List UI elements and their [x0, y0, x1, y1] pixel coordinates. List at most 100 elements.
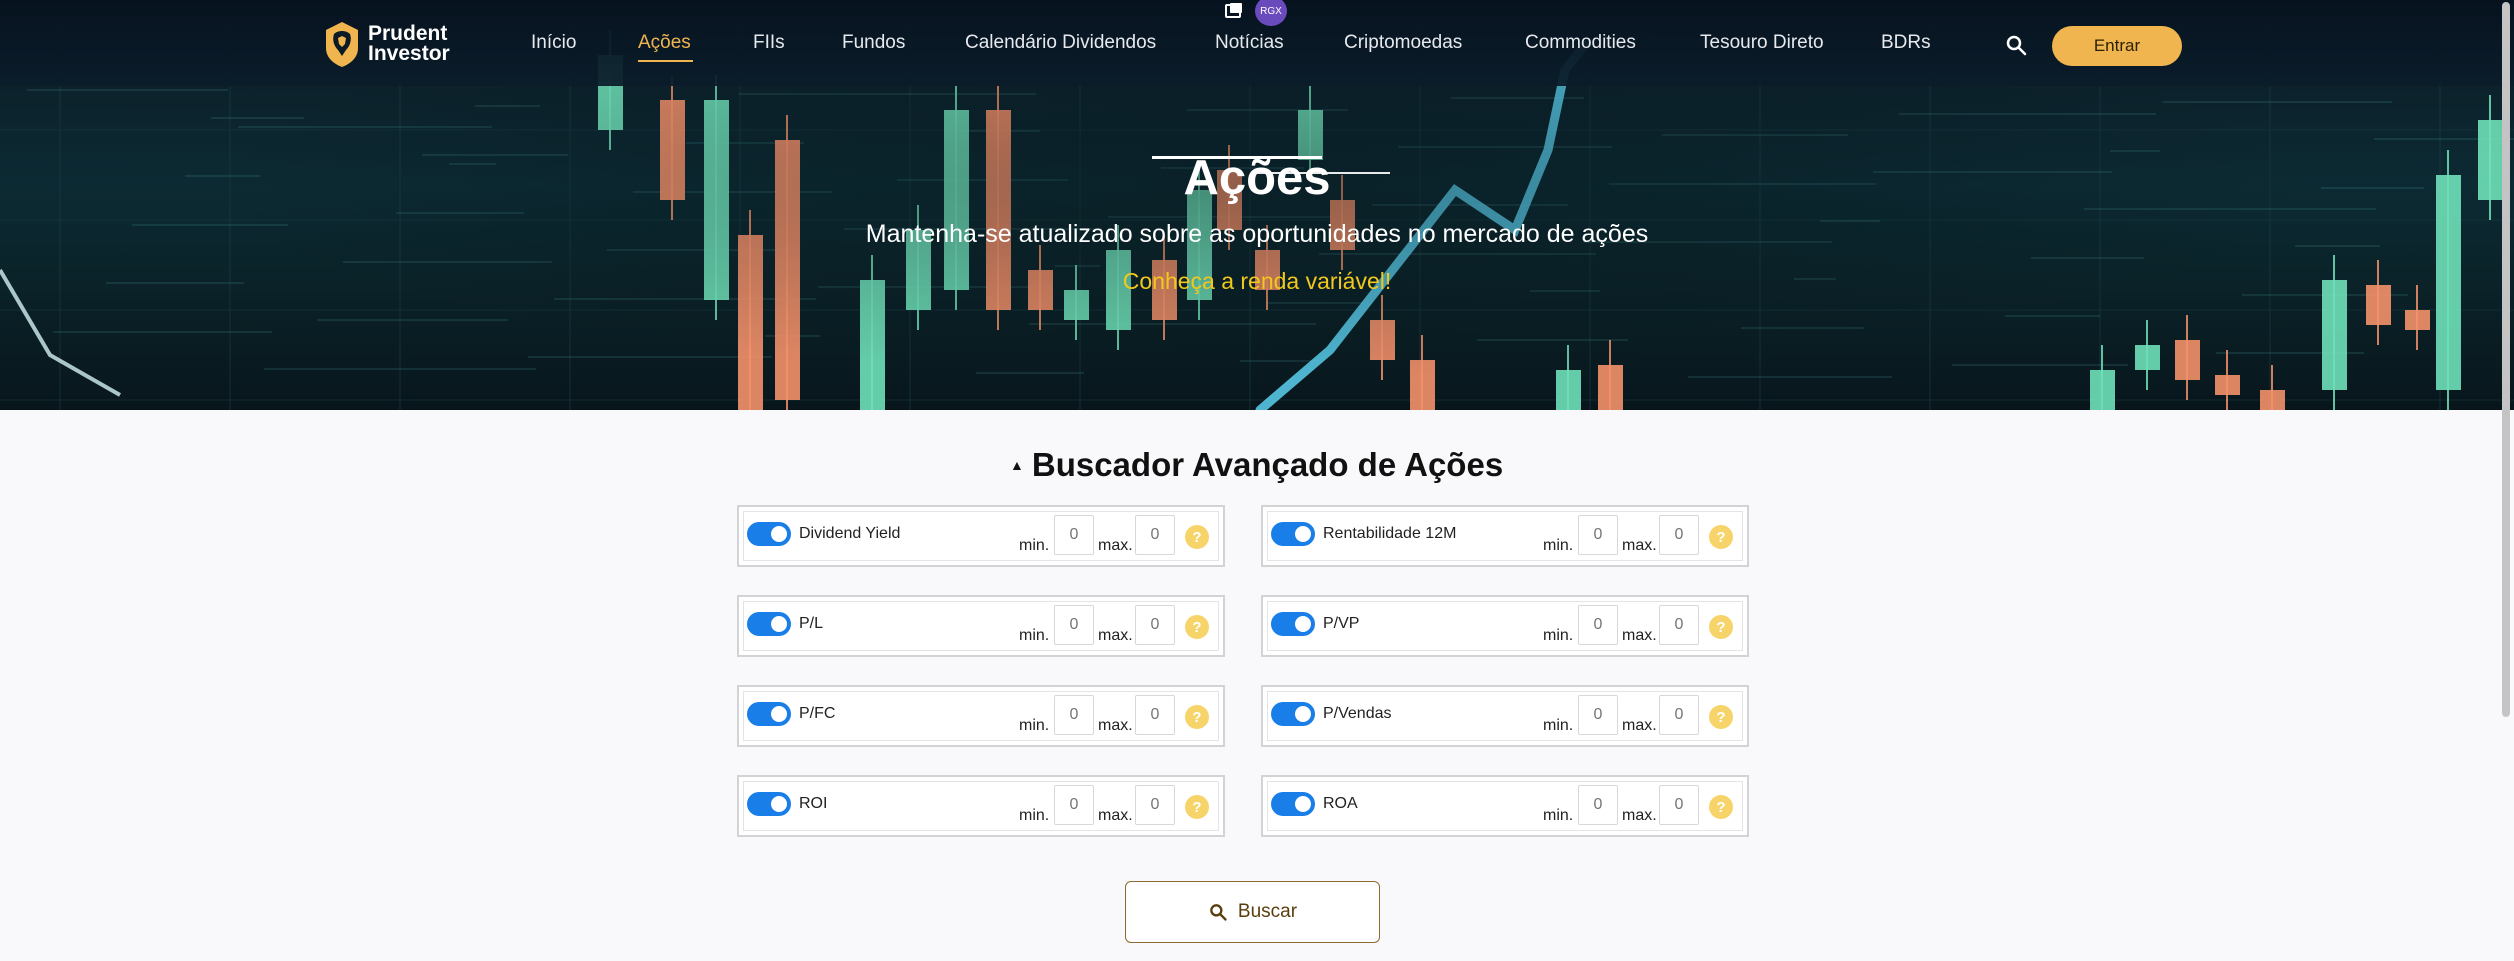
filter-toggle[interactable]: [1271, 522, 1315, 546]
extension-badge[interactable]: RGX: [1255, 0, 1287, 26]
max-input[interactable]: [1135, 695, 1175, 735]
toggle-knob: [1295, 616, 1311, 632]
max-label: max.: [1622, 537, 1657, 554]
filter-label: Dividend Yield: [799, 525, 901, 542]
renda-variavel-link[interactable]: Conheça a renda variável!: [0, 268, 2514, 295]
min-label: min.: [1019, 717, 1050, 734]
min-label: min.: [1543, 627, 1574, 644]
page-title: Ações: [1183, 151, 1331, 205]
filter-label: P/Vendas: [1323, 705, 1392, 722]
max-label: max.: [1622, 807, 1657, 824]
min-input[interactable]: [1578, 515, 1618, 555]
nav-bdrs[interactable]: BDRs: [1881, 32, 1931, 54]
min-input[interactable]: [1054, 515, 1094, 555]
toggle-knob: [771, 526, 787, 542]
min-label: min.: [1543, 537, 1574, 554]
filter-card: P/L min. max.?: [737, 595, 1225, 657]
max-label: max.: [1098, 627, 1133, 644]
filter-toggle[interactable]: [747, 792, 791, 816]
filter-card: ROI min. max.?: [737, 775, 1225, 837]
max-label: max.: [1098, 717, 1133, 734]
help-icon[interactable]: ?: [1185, 795, 1209, 819]
min-input[interactable]: [1054, 605, 1094, 645]
toggle-knob: [1295, 706, 1311, 722]
max-input[interactable]: [1659, 605, 1699, 645]
nav-commodities[interactable]: Commodities: [1525, 32, 1636, 54]
filter-card: Rentabilidade 12M min. max.?: [1261, 505, 1749, 567]
search-submit-label: Buscar: [1237, 901, 1298, 922]
logo-text-line2: Investor: [368, 42, 450, 65]
nav-fundos[interactable]: Fundos: [842, 32, 905, 54]
filter-card: P/FC min. max.?: [737, 685, 1225, 747]
min-input[interactable]: [1578, 695, 1618, 735]
search-icon: [1210, 904, 1227, 921]
filter-toggle[interactable]: [747, 522, 791, 546]
toggle-knob: [771, 796, 787, 812]
help-icon[interactable]: ?: [1185, 705, 1209, 729]
max-input[interactable]: [1135, 605, 1175, 645]
nav-tesouro-direto[interactable]: Tesouro Direto: [1700, 32, 1824, 54]
min-label: min.: [1543, 717, 1574, 734]
top-navbar: Prudent Investor Início Ações FIIs Fundo…: [0, 0, 2514, 86]
help-icon[interactable]: ?: [1709, 705, 1733, 729]
max-input[interactable]: [1659, 695, 1699, 735]
filter-label: ROA: [1323, 795, 1358, 812]
filter-card: P/Vendas min. max.?: [1261, 685, 1749, 747]
min-input[interactable]: [1578, 785, 1618, 825]
filter-card: P/VP min. max.?: [1261, 595, 1749, 657]
max-label: max.: [1622, 717, 1657, 734]
filter-toggle[interactable]: [747, 702, 791, 726]
toggle-knob: [1295, 796, 1311, 812]
search-section-title[interactable]: ▲ Buscador Avançado de Ações: [1010, 446, 1503, 484]
max-input[interactable]: [1135, 785, 1175, 825]
max-label: max.: [1098, 537, 1133, 554]
nav-criptomoedas[interactable]: Criptomoedas: [1344, 32, 1462, 54]
filter-toggle[interactable]: [1271, 792, 1315, 816]
help-icon[interactable]: ?: [1709, 525, 1733, 549]
login-button[interactable]: Entrar: [2052, 26, 2182, 66]
min-label: min.: [1019, 537, 1050, 554]
filter-card: ROA min. max.?: [1261, 775, 1749, 837]
min-label: min.: [1019, 627, 1050, 644]
filter-label: ROI: [799, 795, 828, 812]
nav-fiis[interactable]: FIIs: [753, 32, 785, 54]
help-icon[interactable]: ?: [1709, 615, 1733, 639]
nav-noticias[interactable]: Notícias: [1215, 32, 1284, 54]
nav-active-underline: [638, 60, 693, 62]
help-icon[interactable]: ?: [1185, 525, 1209, 549]
max-label: max.: [1622, 627, 1657, 644]
nav-inicio[interactable]: Início: [531, 32, 576, 54]
search-section-title-text: Buscador Avançado de Ações: [1031, 446, 1504, 483]
filter-toggle[interactable]: [747, 612, 791, 636]
lion-logo-icon: [326, 22, 358, 67]
logo-text-line1: Prudent: [368, 22, 448, 45]
toggle-knob: [771, 616, 787, 632]
min-input[interactable]: [1578, 605, 1618, 645]
screenshot-icon[interactable]: [1224, 2, 1244, 20]
filter-toggle[interactable]: [1271, 612, 1315, 636]
min-input[interactable]: [1054, 785, 1094, 825]
filter-toggle[interactable]: [1271, 702, 1315, 726]
toggle-knob: [771, 706, 787, 722]
collapse-caret-icon[interactable]: ▲: [1010, 457, 1024, 473]
max-label: max.: [1098, 807, 1133, 824]
max-input[interactable]: [1659, 785, 1699, 825]
min-input[interactable]: [1054, 695, 1094, 735]
toggle-knob: [1295, 526, 1311, 542]
scrollbar-thumb[interactable]: [2502, 2, 2510, 717]
filter-label: Rentabilidade 12M: [1323, 525, 1457, 542]
nav-calendario-dividendos[interactable]: Calendário Dividendos: [965, 32, 1156, 54]
filter-label: P/VP: [1323, 615, 1360, 632]
help-icon[interactable]: ?: [1185, 615, 1209, 639]
min-label: min.: [1019, 807, 1050, 824]
search-icon[interactable]: [2004, 33, 2028, 57]
help-icon[interactable]: ?: [1709, 795, 1733, 819]
filter-label: P/L: [799, 615, 824, 632]
filter-label: P/FC: [799, 705, 836, 722]
max-input[interactable]: [1659, 515, 1699, 555]
logo[interactable]: Prudent Investor: [322, 18, 452, 70]
search-submit-button[interactable]: Buscar: [1125, 881, 1380, 943]
page-subtitle: Mantenha-se atualizado sobre as oportuni…: [865, 220, 1649, 248]
max-input[interactable]: [1135, 515, 1175, 555]
nav-acoes[interactable]: Ações: [638, 32, 691, 54]
